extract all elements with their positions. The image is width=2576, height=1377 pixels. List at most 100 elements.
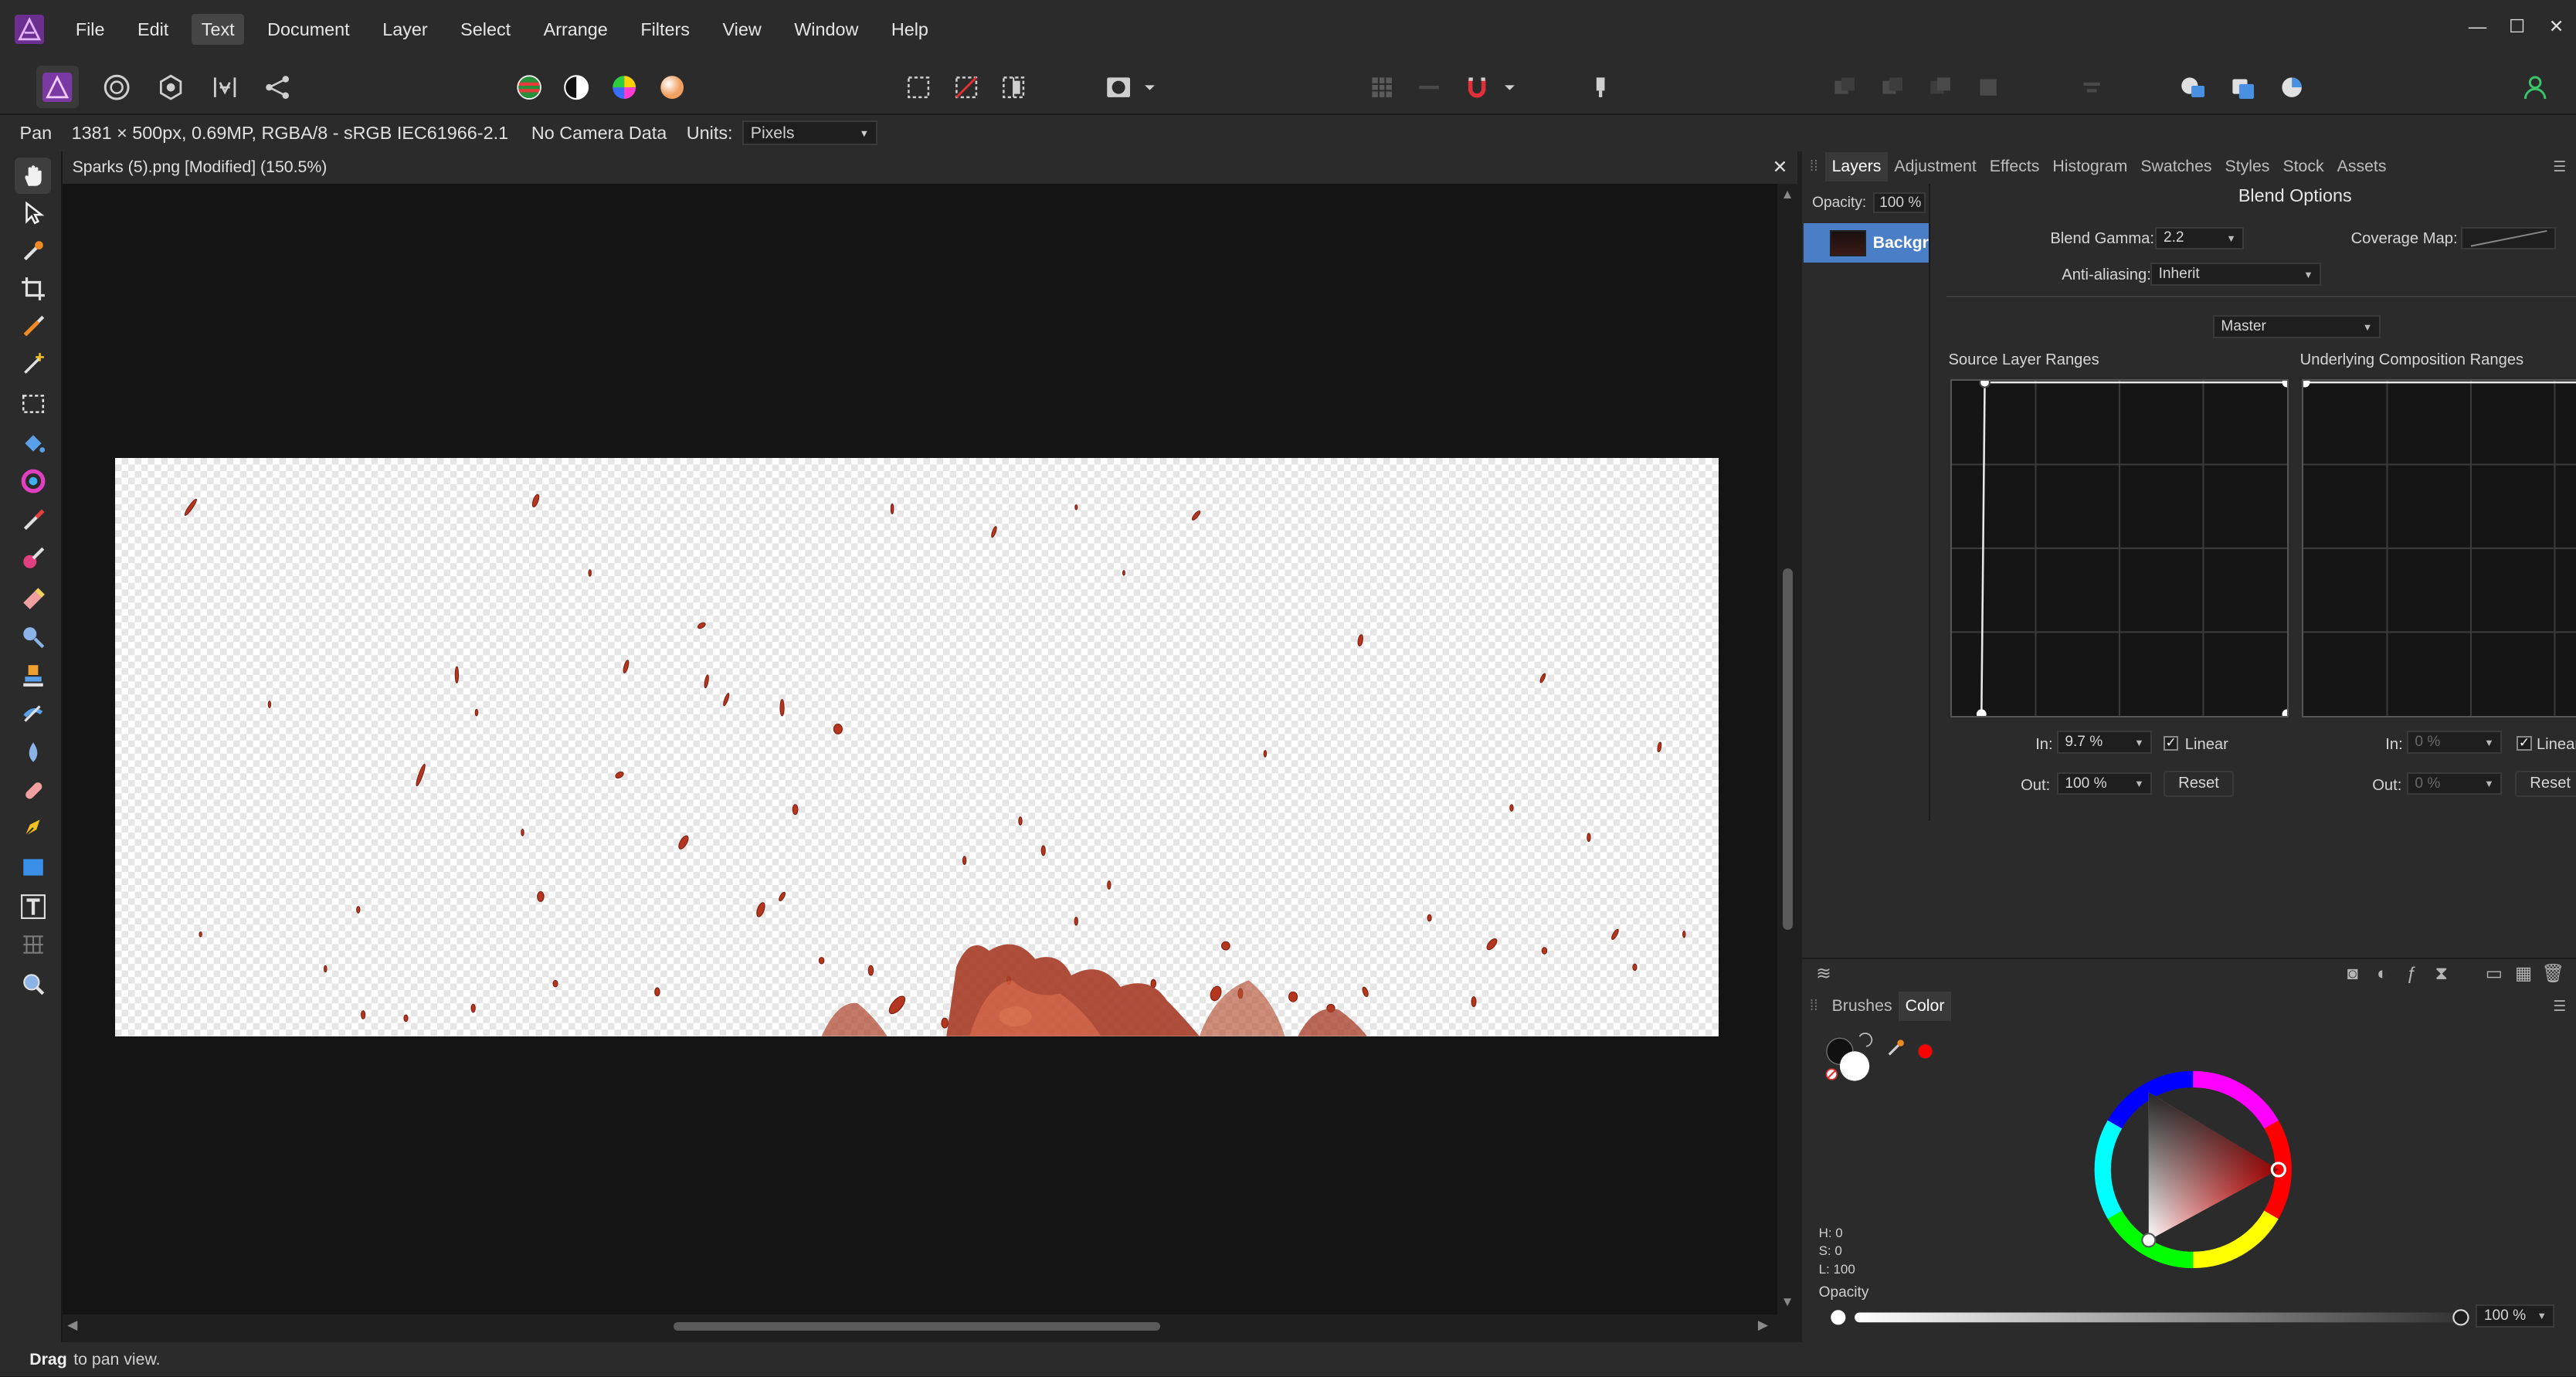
underlying-out-input[interactable]: 0 % ▼ [2406,772,2503,795]
snapping-options-icon[interactable] [1408,66,1451,108]
opacity-slider-handle[interactable] [2452,1309,2469,1326]
minimize-button[interactable]: — [2458,0,2497,53]
color-picker-tool-icon[interactable] [15,233,51,270]
underlying-in-input[interactable]: 0 % ▼ [2406,731,2503,755]
flood-select-tool-icon[interactable] [15,347,51,383]
vertical-scrollbar[interactable]: ▲ ▼ [1777,184,1797,1314]
tab-swatches[interactable]: Swatches [2134,157,2218,176]
fill-stroke-swatch[interactable] [1825,1033,1873,1081]
photo-persona-icon[interactable] [36,66,80,109]
layers-stack-icon[interactable]: ≋ [1812,962,1835,985]
channel-select[interactable]: Master ▼ [2212,315,2381,339]
close-window-button[interactable]: ✕ [2537,0,2576,53]
boolean-subtract-icon[interactable] [2221,66,2264,108]
tab-layers[interactable]: Layers [1825,152,1888,181]
close-document-button[interactable]: ✕ [1773,156,1788,178]
panel-menu-icon[interactable]: ☰ [2553,158,2566,176]
flood-fill-tool-icon[interactable] [15,426,51,462]
rectangular-marquee-tool-icon[interactable] [15,386,51,422]
layer-row-background[interactable]: Background [1804,223,1929,263]
source-in-input[interactable]: 9.7 % ▼ [2056,731,2153,755]
tab-stock[interactable]: Stock [2276,157,2330,176]
zoom-tool-icon[interactable] [15,966,51,1002]
source-ranges-graph[interactable] [1950,376,2292,720]
menu-document[interactable]: Document [257,14,359,45]
levels-adjustment-icon[interactable] [507,66,550,108]
tone-mapping-persona-icon[interactable] [204,66,246,108]
opacity-input[interactable]: 100 % [1872,192,1926,214]
gradient-tool-icon[interactable] [15,463,51,500]
panel-grip-icon[interactable]: ⁞⁞ [1802,998,1825,1015]
clone-brush-tool-icon[interactable] [15,657,51,694]
menu-view[interactable]: View [713,14,772,45]
brightness-contrast-icon[interactable] [555,66,598,108]
canvas-area[interactable] [62,184,1778,1314]
menu-help[interactable]: Help [881,14,938,45]
smudge-brush-tool-icon[interactable] [15,695,51,731]
scroll-left-icon[interactable]: ◀ [67,1318,77,1333]
move-tool-icon[interactable] [15,195,51,232]
source-out-input[interactable]: 100 % ▼ [2056,772,2153,795]
menu-arrange[interactable]: Arrange [534,14,618,45]
boolean-add-icon[interactable] [2172,66,2215,108]
artistic-text-tool-icon[interactable] [15,889,51,925]
panel-grip-icon[interactable]: ⁞⁞ [1802,158,1825,175]
scroll-down-icon[interactable]: ▼ [1781,1294,1794,1310]
color-replacement-tool-icon[interactable] [15,541,51,577]
source-reset-button[interactable]: Reset [2164,770,2234,797]
vertical-scroll-thumb[interactable] [1782,568,1793,930]
snapping-magnet-icon[interactable] [1456,66,1498,108]
anti-aliasing-select[interactable]: Inherit ▼ [2150,263,2322,287]
tab-adjustment[interactable]: Adjustment [1888,157,1983,176]
adjustment-layer-icon[interactable]: ◐ [2371,962,2394,985]
underlying-reset-button[interactable]: Reset [2515,770,2576,797]
color-balance-icon[interactable] [603,66,646,108]
live-filter-icon[interactable]: ⧗ [2430,962,2453,985]
healing-brush-tool-icon[interactable] [15,772,51,809]
tab-histogram[interactable]: Histogram [2046,157,2134,176]
delete-layer-icon[interactable]: 🗑 [2541,962,2564,985]
tab-effects[interactable]: Effects [1983,157,2046,176]
develop-persona-icon[interactable] [150,66,192,108]
selection-brush-tool-icon[interactable] [15,309,51,345]
horizontal-scroll-thumb[interactable] [674,1322,1160,1331]
tab-color[interactable]: Color [1899,991,1951,1021]
menu-text[interactable]: Text [192,14,245,46]
fx-icon[interactable]: ƒ [2401,962,2424,985]
menu-window[interactable]: Window [784,14,868,45]
crop-tool-icon[interactable] [15,271,51,307]
group-folder-icon[interactable]: ▭ [2483,962,2506,985]
tab-assets[interactable]: Assets [2330,157,2393,176]
account-icon[interactable] [2513,66,2556,108]
coverage-map-curve[interactable] [2461,226,2557,250]
add-pixel-layer-icon[interactable]: ▦ [2512,962,2535,985]
tab-styles[interactable]: Styles [2218,157,2276,176]
quick-mask-dropdown-icon[interactable] [1142,66,1158,108]
assistant-icon[interactable] [1579,66,1621,108]
menu-layer[interactable]: Layer [372,14,437,45]
white-balance-icon[interactable] [650,66,693,108]
maximize-button[interactable]: ☐ [2497,0,2537,53]
grid-toggle-icon[interactable] [1360,66,1403,108]
underlying-ranges-graph[interactable] [2299,378,2576,718]
opacity-slider-track[interactable] [1855,1312,2463,1323]
menu-edit[interactable]: Edit [127,14,178,45]
invert-selection-icon[interactable] [993,66,1035,108]
scroll-up-icon[interactable]: ▲ [1781,187,1794,202]
paint-brush-tool-icon[interactable] [15,503,51,539]
scroll-right-icon[interactable]: ▶ [1758,1318,1768,1333]
erase-brush-tool-icon[interactable] [15,580,51,616]
mask-layer-icon[interactable]: ◙ [2341,962,2364,985]
menu-filters[interactable]: Filters [631,14,700,45]
liquify-persona-icon[interactable] [95,66,137,108]
pen-tool-icon[interactable] [15,810,51,846]
document-image[interactable] [114,458,1719,1037]
boolean-intersect-icon[interactable] [2271,66,2313,108]
units-select[interactable]: Pixels ▼ [742,120,877,146]
opacity-input[interactable]: 100 % ▼ [2476,1304,2555,1328]
dodge-brush-tool-icon[interactable] [15,619,51,656]
horizontal-scrollbar[interactable]: ◀ ▶ [62,1314,1778,1338]
mesh-warp-tool-icon[interactable] [15,927,51,963]
marquee-selection-icon[interactable] [897,66,939,108]
panel-menu-icon[interactable]: ☰ [2553,997,2566,1016]
